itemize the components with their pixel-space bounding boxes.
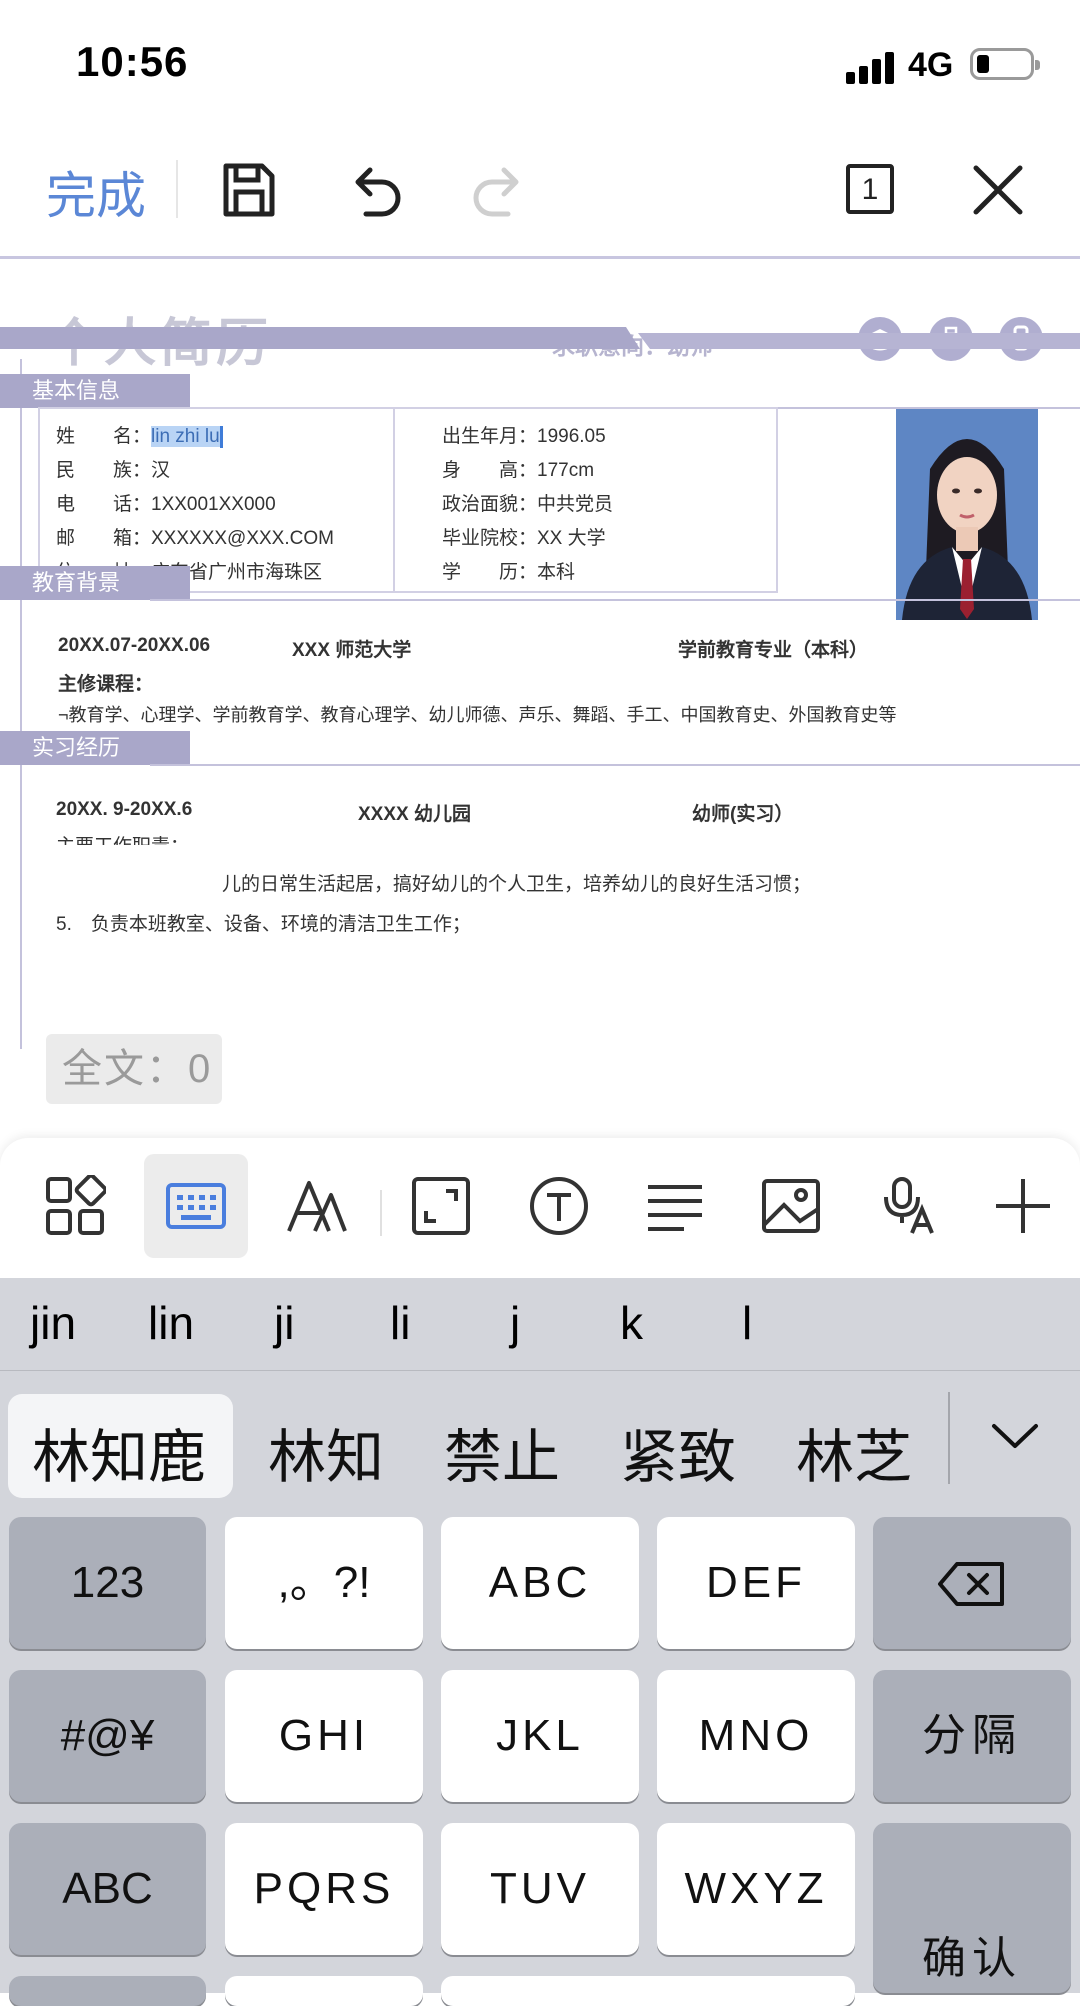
pinyin-option[interactable]: l (742, 1296, 752, 1350)
delete-key[interactable] (873, 1517, 1071, 1649)
header-band (0, 327, 1080, 349)
key-bottom-row[interactable] (225, 1976, 423, 2006)
text-cursor (219, 425, 223, 448)
close-icon[interactable] (966, 158, 1030, 222)
ethnicity-field: 民 族：汉 (56, 460, 171, 481)
pinyin-option[interactable]: ji (274, 1296, 294, 1350)
key-ghi[interactable]: GHI (225, 1670, 423, 1802)
courses-text: ¬教育学、心理学、学前教育学、教育心理学、幼儿师德、声乐、舞蹈、手工、中国教育史… (58, 705, 897, 725)
name-field[interactable]: 姓 名：lin zhi lu (56, 421, 223, 448)
internship-role: 幼师(实习） (692, 804, 794, 825)
profile-photo (896, 409, 1038, 620)
candidate-word[interactable]: 林知 (268, 1410, 384, 1494)
key-abc[interactable]: ABC (441, 1517, 639, 1649)
word-count-badge: 全文：0 (46, 1034, 222, 1104)
grid-icon[interactable] (44, 1175, 106, 1237)
page-count-button[interactable]: 1 (846, 164, 894, 214)
section-basic-info: 基本信息 (0, 374, 190, 408)
courses-label: 主修课程： (58, 674, 154, 695)
key-punctuation[interactable]: ,。?! (225, 1517, 423, 1649)
toolbar-divider (176, 160, 178, 218)
left-rule (20, 359, 22, 1049)
candidate-separator (948, 1392, 950, 1484)
candidate-word[interactable]: 林芝 (796, 1410, 912, 1494)
key-def[interactable]: DEF (657, 1517, 855, 1649)
keyboard-icon[interactable] (165, 1175, 227, 1237)
key-bottom-row[interactable] (441, 1976, 855, 2006)
candidate-word[interactable]: 禁止 (444, 1410, 560, 1494)
selected-name-text[interactable]: lin zhi lu (151, 426, 220, 447)
duty-line-partial: 儿的日常生活起居，搞好幼儿的个人卫生，培养幼儿的良好生活习惯； (222, 874, 812, 895)
pinyin-option[interactable]: jin (30, 1296, 76, 1350)
candidate-divider (0, 1370, 1080, 1371)
save-icon[interactable] (216, 158, 280, 222)
education-school: XXX 师范大学 (292, 640, 412, 661)
pinyin-option[interactable]: j (510, 1296, 520, 1350)
key-wxyz[interactable]: WXYZ (657, 1823, 855, 1955)
text-style-icon[interactable] (285, 1175, 347, 1237)
text-box-icon[interactable] (528, 1175, 590, 1237)
political-field: 政治面貌：中共党员 (442, 494, 614, 515)
candidate-word[interactable]: 林知鹿 (32, 1410, 206, 1494)
candidate-word[interactable]: 紧致 (620, 1410, 736, 1494)
internship-org: XXXX 幼儿园 (358, 804, 471, 825)
key-bottom-row[interactable] (9, 1976, 206, 2006)
duty-item-5: 5. 负责本班教室、设备、环境的清洁卫生工作； (56, 914, 471, 935)
pinyin-option[interactable]: li (390, 1296, 410, 1350)
school-field: 毕业院校：XX 大学 (442, 528, 606, 549)
dictation-icon[interactable] (876, 1175, 938, 1237)
redo-icon[interactable] (468, 158, 532, 222)
editor-toolbar (0, 140, 1080, 259)
height-field: 身 高：177cm (442, 460, 595, 481)
key-tuv[interactable]: TUV (441, 1823, 639, 1955)
section-education: 教育背景 (0, 566, 190, 600)
name-label: 姓 名： (56, 426, 152, 447)
key-123[interactable]: 123 (9, 1517, 206, 1649)
birth-field: 出生年月：1996.05 (442, 426, 606, 447)
key-mno[interactable]: MNO (657, 1670, 855, 1802)
chevron-down-icon[interactable] (990, 1420, 1040, 1450)
section-rule (150, 764, 1080, 766)
degree-field: 学 历：本科 (442, 562, 576, 583)
key-jkl[interactable]: JKL (441, 1670, 639, 1802)
phone-field: 电 话：1XX001XX000 (56, 494, 276, 515)
education-major: 学前教育专业（本科） (678, 640, 869, 661)
duties-label: 主要工作职责： (56, 831, 189, 845)
image-icon[interactable] (760, 1175, 822, 1237)
format-bar-divider (380, 1190, 382, 1236)
pinyin-option[interactable]: k (620, 1296, 643, 1350)
document-canvas[interactable]: 个人简历 求职意向：幼师 基本信息 姓 名：lin zhi lu 民 族：汉 电… (0, 259, 1080, 1139)
confirm-key[interactable]: 确认 (873, 1823, 1071, 1993)
education-period: 20XX.07-20XX.06 (58, 635, 211, 656)
cellular-signal-icon (846, 50, 896, 84)
resize-icon[interactable] (410, 1175, 472, 1237)
key-abc-switch[interactable]: ABC (9, 1823, 206, 1955)
internship-period: 20XX. 9-20XX.6 (56, 799, 193, 820)
backspace-icon (938, 1562, 1004, 1606)
done-button[interactable]: 完成 (46, 156, 146, 228)
pinyin-option[interactable]: lin (148, 1296, 194, 1350)
status-time: 10:56 (76, 38, 189, 85)
battery-icon (970, 48, 1040, 80)
key-pqrs[interactable]: PQRS (225, 1823, 423, 1955)
email-field: 邮 箱：XXXXXX@XXX.COM (56, 528, 334, 549)
key-symbols[interactable]: #@¥ (9, 1670, 206, 1802)
section-internship: 实习经历 (0, 731, 190, 765)
network-type: 4G (908, 46, 954, 84)
add-icon[interactable] (992, 1175, 1054, 1237)
section-rule (150, 599, 1080, 601)
align-icon[interactable] (644, 1175, 706, 1237)
undo-icon[interactable] (342, 158, 406, 222)
key-separator[interactable]: 分隔 (873, 1670, 1071, 1802)
